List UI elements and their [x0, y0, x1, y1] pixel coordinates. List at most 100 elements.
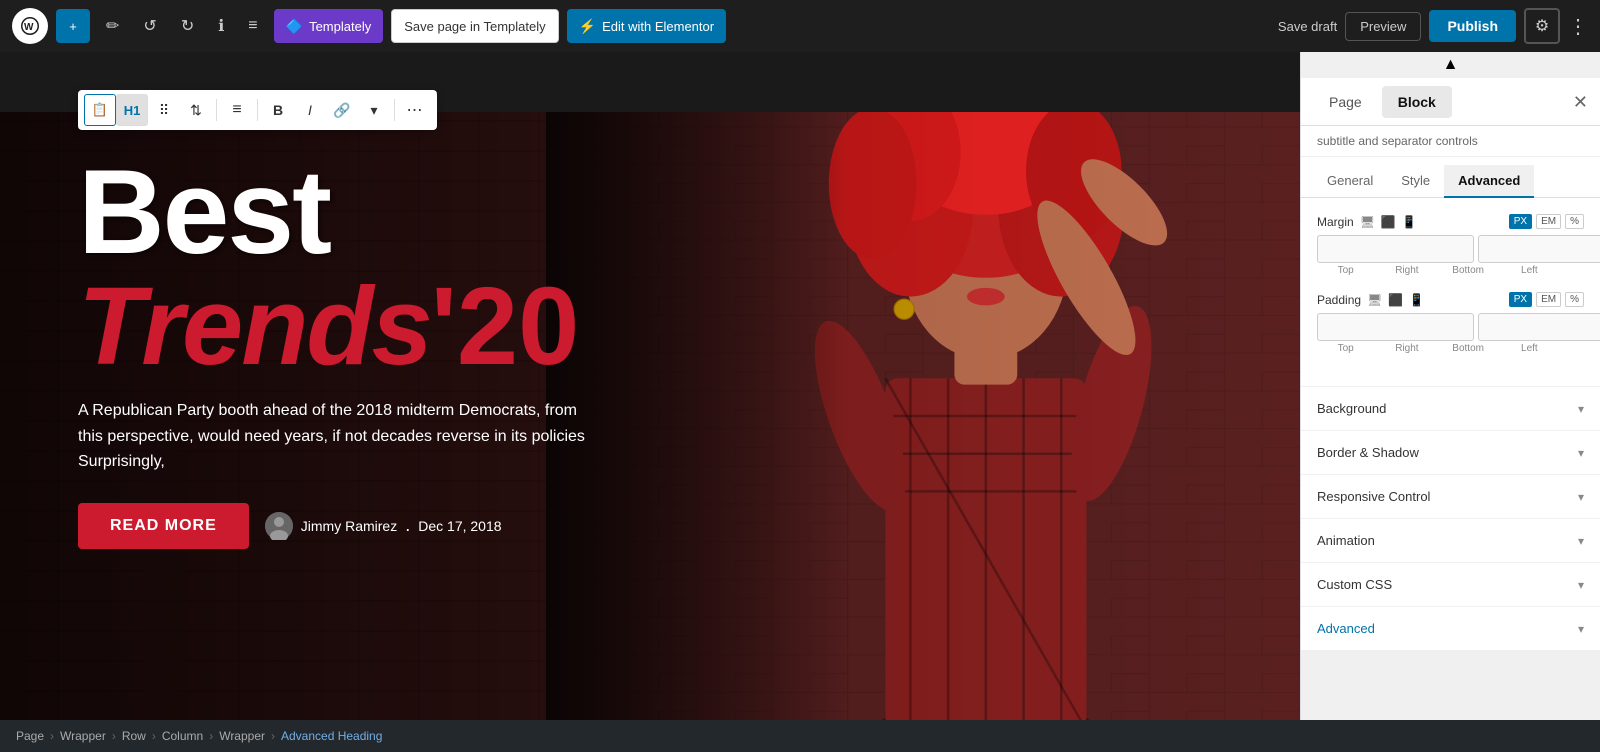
tab-page[interactable]: Page: [1313, 86, 1378, 118]
inner-tabs: General Style Advanced: [1301, 157, 1600, 198]
hero-title-row2: Trends '20: [78, 272, 598, 382]
hero-title-best: Best: [78, 152, 598, 272]
controls-section: Margin 🖥 ⬛ 📱 PX EM % 🔗: [1301, 198, 1600, 386]
templately-icon: 🔷: [286, 18, 303, 35]
tab-advanced[interactable]: Advanced: [1444, 165, 1534, 198]
padding-unit-px[interactable]: PX: [1509, 292, 1532, 307]
hero-section: Best Trends '20 A Republican Party booth…: [0, 112, 1300, 720]
info-button[interactable]: ℹ: [210, 9, 232, 43]
block-type-button[interactable]: 📋: [84, 94, 116, 126]
accordion-custom-css-chevron: ▾: [1578, 578, 1584, 592]
heading-button[interactable]: H1: [116, 94, 148, 126]
accordion-animation-header[interactable]: Animation ▾: [1301, 519, 1600, 562]
breadcrumb-wrapper1[interactable]: Wrapper: [60, 729, 106, 743]
align-button[interactable]: ≡: [221, 94, 253, 126]
list-button[interactable]: ≡: [240, 9, 265, 43]
padding-device-tablet[interactable]: ⬛: [1388, 293, 1403, 307]
svg-text:W: W: [24, 22, 34, 33]
accordion-advanced-header[interactable]: Advanced ▾: [1301, 607, 1600, 650]
settings-button[interactable]: ⚙: [1524, 8, 1560, 44]
tab-general[interactable]: General: [1313, 165, 1387, 198]
scroll-up-indicator[interactable]: ▲: [1301, 52, 1600, 78]
accordion-responsive-title: Responsive Control: [1317, 489, 1430, 504]
pencil-icon[interactable]: ✏: [98, 9, 127, 43]
accordion-sections: Background ▾ Border & Shadow ▾ Responsiv…: [1301, 386, 1600, 650]
accordion-advanced: Advanced ▾: [1301, 607, 1600, 650]
panel-tabs: Page Block ✕: [1301, 78, 1600, 126]
padding-device-mobile[interactable]: 📱: [1409, 293, 1424, 307]
redo-button[interactable]: ↻: [173, 9, 202, 43]
read-more-button[interactable]: Read More: [78, 503, 249, 549]
author-dot: .: [405, 515, 410, 536]
wp-logo[interactable]: W: [12, 8, 48, 44]
padding-label: Padding: [1317, 293, 1361, 307]
padding-right-input[interactable]: [1478, 313, 1600, 341]
padding-left-label: Left: [1501, 343, 1558, 354]
accordion-advanced-title: Advanced: [1317, 621, 1375, 636]
tab-style[interactable]: Style: [1387, 165, 1444, 198]
undo-button[interactable]: ↺: [135, 9, 164, 43]
breadcrumb-advanced-heading[interactable]: Advanced Heading: [281, 729, 382, 743]
padding-unit-pct[interactable]: %: [1565, 292, 1584, 307]
hero-title-trends: Trends: [78, 272, 431, 382]
accordion-background-header[interactable]: Background ▾: [1301, 387, 1600, 430]
margin-unit-em[interactable]: EM: [1536, 214, 1561, 229]
preview-button[interactable]: Preview: [1345, 12, 1421, 41]
breadcrumb-row[interactable]: Row: [122, 729, 146, 743]
right-panel: ▲ Page Block ✕ subtitle and separator co…: [1300, 52, 1600, 720]
margin-device-mobile[interactable]: 📱: [1402, 215, 1417, 229]
margin-unit-px[interactable]: PX: [1509, 214, 1532, 229]
accordion-responsive-chevron: ▾: [1578, 490, 1584, 504]
publish-button[interactable]: Publish: [1429, 10, 1516, 42]
accordion-responsive: Responsive Control ▾: [1301, 475, 1600, 518]
author-date: Dec 17, 2018: [418, 518, 501, 534]
accordion-advanced-chevron: ▾: [1578, 622, 1584, 636]
move-button[interactable]: ⇅: [180, 94, 212, 126]
breadcrumb-page[interactable]: Page: [16, 729, 44, 743]
breadcrumb-wrapper2[interactable]: Wrapper: [219, 729, 265, 743]
padding-unit-em[interactable]: EM: [1536, 292, 1561, 307]
padding-inputs: 🔗: [1317, 313, 1584, 341]
edit-elementor-button[interactable]: ⚡ Edit with Elementor: [567, 9, 726, 43]
breadcrumb: Page › Wrapper › Row › Column › Wrapper …: [0, 720, 1600, 752]
add-button[interactable]: +: [56, 9, 90, 43]
margin-top-input[interactable]: [1317, 235, 1474, 263]
main-layout: 📋 H1 ⠿ ⇅ ≡ B I 🔗 ▾ ⋯: [0, 52, 1600, 720]
tab-block[interactable]: Block: [1382, 86, 1452, 118]
accordion-custom-css-title: Custom CSS: [1317, 577, 1392, 592]
breadcrumb-column[interactable]: Column: [162, 729, 203, 743]
padding-control: Padding 🖥 ⬛ 📱 PX EM % 🔗: [1317, 292, 1584, 354]
templately-button[interactable]: 🔷 Templately: [274, 9, 384, 43]
accordion-animation: Animation ▾: [1301, 519, 1600, 562]
margin-control: Margin 🖥 ⬛ 📱 PX EM % 🔗: [1317, 214, 1584, 276]
margin-device-desktop[interactable]: 🖥: [1360, 215, 1375, 229]
padding-device-desktop[interactable]: 🖥: [1367, 293, 1382, 307]
canvas-area: 📋 H1 ⠿ ⇅ ≡ B I 🔗 ▾ ⋯: [0, 52, 1300, 720]
save-draft-button[interactable]: Save draft: [1278, 19, 1337, 34]
close-panel-button[interactable]: ✕: [1573, 93, 1588, 111]
floating-toolbar: 📋 H1 ⠿ ⇅ ≡ B I 🔗 ▾ ⋯: [78, 90, 437, 130]
link-button[interactable]: 🔗: [326, 94, 358, 126]
margin-right-input[interactable]: [1478, 235, 1600, 263]
accordion-border-shadow-header[interactable]: Border & Shadow ▾: [1301, 431, 1600, 474]
save-templately-button[interactable]: Save page in Templately: [391, 9, 558, 43]
margin-device-tablet[interactable]: ⬛: [1381, 215, 1396, 229]
padding-right-label: Right: [1378, 343, 1435, 354]
accordion-background-title: Background: [1317, 401, 1386, 416]
bold-button[interactable]: B: [262, 94, 294, 126]
more-formats-button[interactable]: ▾: [358, 94, 390, 126]
accordion-responsive-header[interactable]: Responsive Control ▾: [1301, 475, 1600, 518]
accordion-animation-chevron: ▾: [1578, 534, 1584, 548]
margin-input-labels: Top Right Bottom Left: [1317, 265, 1584, 276]
panel-subtitle: subtitle and separator controls: [1301, 126, 1600, 157]
more-toolbar-button[interactable]: ⋯: [399, 94, 431, 126]
margin-bottom-label: Bottom: [1440, 265, 1497, 276]
grid-button[interactable]: ⠿: [148, 94, 180, 126]
margin-unit-group: PX EM %: [1509, 214, 1584, 229]
margin-unit-pct[interactable]: %: [1565, 214, 1584, 229]
author-avatar: [265, 512, 293, 540]
accordion-custom-css-header[interactable]: Custom CSS ▾: [1301, 563, 1600, 606]
padding-top-input[interactable]: [1317, 313, 1474, 341]
more-options-button[interactable]: ⋮: [1568, 14, 1588, 39]
italic-button[interactable]: I: [294, 94, 326, 126]
